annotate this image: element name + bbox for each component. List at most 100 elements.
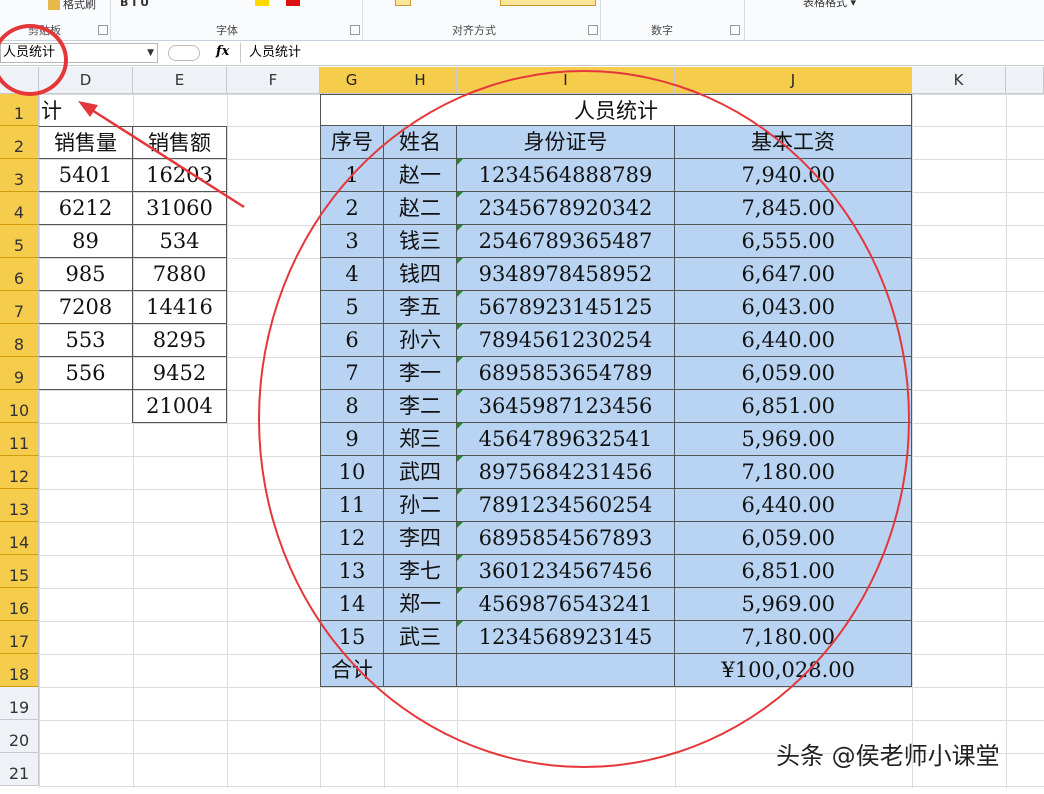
row-header-18[interactable]: 18 [0,654,39,687]
personnel-header-cell[interactable]: 身份证号 [457,126,675,159]
personnel-cell[interactable]: 赵二 [384,192,457,225]
personnel-cell[interactable]: 7891234560254 [457,489,675,522]
personnel-cell[interactable]: 6,851.00 [675,555,912,588]
personnel-cell[interactable]: 7,845.00 [675,192,912,225]
personnel-cell[interactable]: 李七 [384,555,457,588]
row-header-13[interactable]: 13 [0,489,39,522]
personnel-cell[interactable]: 12 [320,522,384,555]
personnel-cell[interactable]: 6,059.00 [675,357,912,390]
personnel-cell[interactable]: 6,647.00 [675,258,912,291]
name-box[interactable]: 人员统计 ▼ [0,43,158,63]
personnel-table-title[interactable]: 人员统计 [320,94,912,126]
column-header-k[interactable]: K [912,67,1006,94]
column-header-e[interactable]: E [133,67,227,94]
sales-cell[interactable]: 553 [39,324,133,357]
row-header-20[interactable]: 20 [0,720,39,753]
personnel-cell[interactable]: 3601234567456 [457,555,675,588]
sales-cell[interactable]: 534 [133,225,227,258]
alignment-launcher-icon[interactable] [588,25,598,35]
row-header-17[interactable]: 17 [0,621,39,654]
column-header-f[interactable]: F [227,67,320,94]
personnel-cell[interactable]: 6895854567893 [457,522,675,555]
personnel-cell[interactable]: 7,940.00 [675,159,912,192]
personnel-cell[interactable]: 13 [320,555,384,588]
column-header-d[interactable]: D [39,67,133,94]
column-header-l[interactable] [1006,67,1044,94]
total-value-cell[interactable]: ¥100,028.00 [675,654,912,687]
personnel-cell[interactable]: 5678923145125 [457,291,675,324]
font-launcher-icon[interactable] [350,25,360,35]
row-header-8[interactable]: 8 [0,324,39,357]
personnel-header-cell[interactable]: 序号 [320,126,384,159]
column-header-i[interactable]: I [457,67,675,94]
personnel-cell[interactable]: 1234568923145 [457,621,675,654]
align-button[interactable] [395,0,411,9]
personnel-cell[interactable]: 6,851.00 [675,390,912,423]
row-header-7[interactable]: 7 [0,291,39,324]
font-color-button[interactable] [286,0,300,9]
personnel-cell[interactable]: 4569876543241 [457,588,675,621]
row-header-1[interactable]: 1 [0,94,39,126]
sales-cell[interactable]: 7208 [39,291,133,324]
bold-button[interactable]: B I U [120,0,149,9]
personnel-cell[interactable]: 7,180.00 [675,621,912,654]
personnel-cell[interactable]: 4 [320,258,384,291]
row-header-15[interactable]: 15 [0,555,39,588]
personnel-cell[interactable]: 李二 [384,390,457,423]
row-header-12[interactable]: 12 [0,456,39,489]
personnel-cell[interactable]: 5,969.00 [675,588,912,621]
format-painter-button[interactable]: 格式刷 [48,0,96,12]
total-label-cell[interactable]: 合计 [320,654,384,687]
row-header-10[interactable]: 10 [0,390,39,423]
personnel-cell[interactable]: 2 [320,192,384,225]
personnel-header-cell[interactable]: 姓名 [384,126,457,159]
row-header-2[interactable]: 2 [0,126,39,159]
number-launcher-icon[interactable] [730,25,740,35]
row-header-11[interactable]: 11 [0,423,39,456]
personnel-cell[interactable]: 5,969.00 [675,423,912,456]
personnel-cell[interactable]: 武四 [384,456,457,489]
personnel-cell[interactable]: 3 [320,225,384,258]
personnel-cell[interactable]: 11 [320,489,384,522]
formula-bar-handle[interactable] [168,45,200,61]
personnel-cell[interactable]: 15 [320,621,384,654]
personnel-cell[interactable]: 8975684231456 [457,456,675,489]
sales-cell[interactable]: 985 [39,258,133,291]
fill-color-button[interactable] [255,0,269,9]
row-header-3[interactable]: 3 [0,159,39,192]
column-header-g[interactable]: G [320,67,384,94]
row-header-5[interactable]: 5 [0,225,39,258]
personnel-cell[interactable]: 10 [320,456,384,489]
personnel-cell[interactable]: 孙二 [384,489,457,522]
personnel-cell[interactable]: 钱四 [384,258,457,291]
sales-cell[interactable]: 14416 [133,291,227,324]
row-header-21[interactable]: 21 [0,753,39,786]
column-header-j[interactable]: J [675,67,912,94]
sales-cell[interactable]: 9452 [133,357,227,390]
personnel-cell[interactable]: 7894561230254 [457,324,675,357]
table-format-button[interactable]: 表格格式 ▾ [803,0,856,10]
personnel-cell[interactable]: 6,555.00 [675,225,912,258]
sales-cell[interactable]: 8295 [133,324,227,357]
personnel-cell[interactable]: 7 [320,357,384,390]
personnel-cell[interactable]: 4564789632541 [457,423,675,456]
personnel-cell[interactable]: 6,059.00 [675,522,912,555]
personnel-cell[interactable]: 李五 [384,291,457,324]
column-header-h[interactable]: H [384,67,457,94]
personnel-cell[interactable]: 1234564888789 [457,159,675,192]
personnel-cell[interactable]: 2345678920342 [457,192,675,225]
personnel-cell[interactable]: 3645987123456 [457,390,675,423]
sales-cell[interactable]: 556 [39,357,133,390]
sales-cell[interactable] [39,390,133,423]
sales-cell[interactable]: 21004 [133,390,227,423]
formula-input[interactable]: 人员统计 [240,43,1044,63]
personnel-cell[interactable]: 2546789365487 [457,225,675,258]
personnel-cell[interactable]: 郑一 [384,588,457,621]
merge-center-button[interactable] [500,0,596,9]
personnel-cell[interactable]: 孙六 [384,324,457,357]
personnel-cell[interactable]: 郑三 [384,423,457,456]
sales-cell[interactable]: 89 [39,225,133,258]
personnel-cell[interactable]: 赵一 [384,159,457,192]
total-empty-cell[interactable] [384,654,457,687]
insert-function-icon[interactable]: fx [216,44,229,59]
